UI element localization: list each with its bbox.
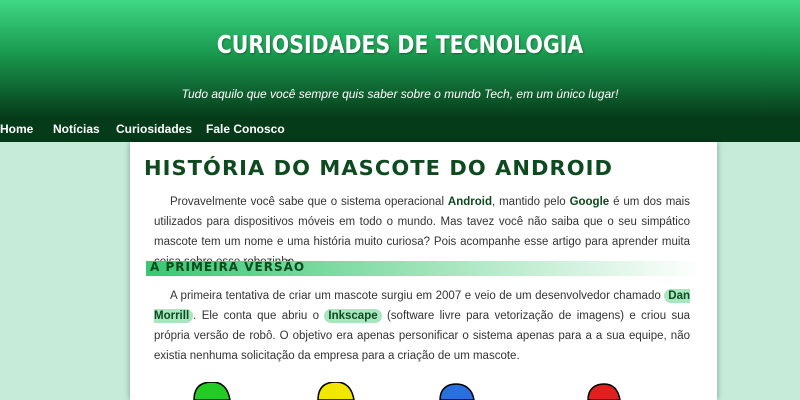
- site-subtitle: Tudo aquilo que você sempre quis saber s…: [181, 87, 619, 101]
- site-title: CURIOSIDADES DE TECNOLOGIA: [216, 30, 584, 59]
- mascot-blue: [439, 383, 475, 400]
- article-content: História do Mascote do Android Provavelm…: [130, 142, 717, 400]
- inkscape-tag: Inkscape: [324, 309, 382, 323]
- nav-item-noticias[interactable]: Notícias: [53, 122, 100, 136]
- nav-item-curiosidades[interactable]: Curiosidades: [116, 122, 192, 136]
- nav-item-fale-conosco[interactable]: Fale Conosco: [206, 122, 285, 136]
- section-paragraph: A primeira tentativa de criar um mascote…: [154, 286, 690, 366]
- nav-item-home[interactable]: Home: [0, 122, 33, 136]
- section-heading: A Primeira Versão: [150, 260, 306, 274]
- article-title: História do Mascote do Android: [144, 156, 613, 180]
- intro-text-2: , mantido pelo: [492, 196, 570, 208]
- mascot-yellow: [317, 382, 355, 400]
- mascot-images-row: [193, 382, 621, 400]
- site-header: CURIOSIDADES DE TECNOLOGIA Tudo aquilo q…: [0, 0, 800, 118]
- section-text-2: . Ele conta que abriu o: [193, 310, 325, 322]
- section-heading-bar: A Primeira Versão: [146, 260, 702, 276]
- android-highlight: Android: [447, 196, 492, 208]
- mascot-red: [587, 383, 621, 400]
- intro-text-1: Provavelmente você sabe que o sistema op…: [170, 196, 448, 208]
- section-text-1: A primeira tentativa de criar um mascote…: [170, 290, 665, 302]
- google-highlight: Google: [569, 196, 610, 208]
- main-nav: Home Notícias Curiosidades Fale Conosco: [0, 118, 800, 142]
- mascot-green: [193, 382, 231, 400]
